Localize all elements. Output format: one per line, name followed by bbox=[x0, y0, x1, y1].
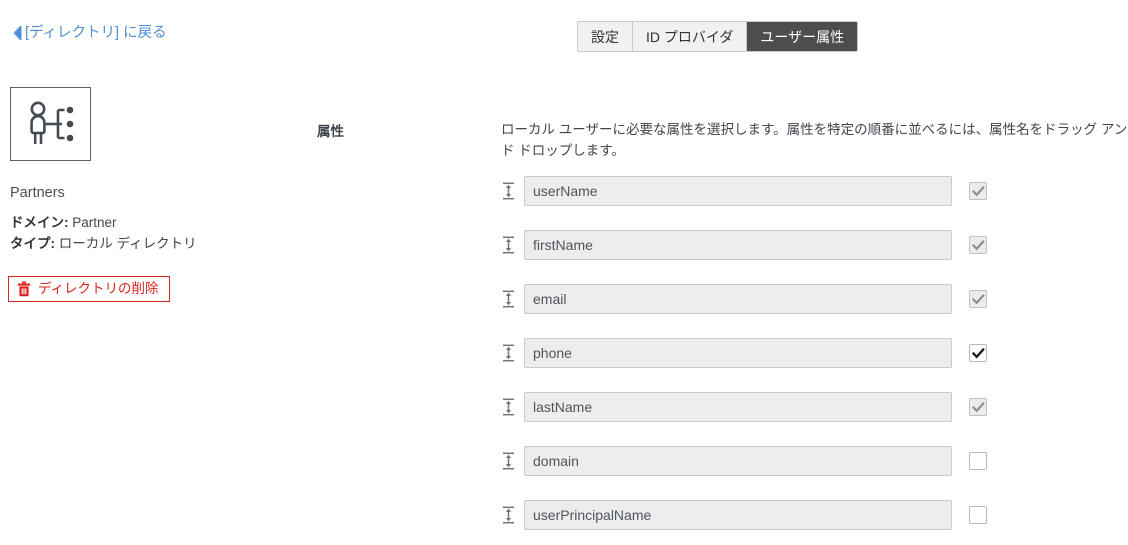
back-link-label: [ディレクトリ] に戻る bbox=[25, 24, 167, 41]
drag-handle-icon[interactable] bbox=[499, 289, 518, 309]
trash-icon bbox=[17, 281, 31, 297]
attribute-row bbox=[499, 284, 999, 314]
attribute-enabled-checkbox[interactable] bbox=[969, 398, 987, 416]
attribute-name-input[interactable] bbox=[524, 392, 952, 422]
back-to-directories-link[interactable]: [ディレクトリ] に戻る bbox=[12, 25, 167, 41]
attribute-enabled-checkbox[interactable] bbox=[969, 236, 987, 254]
directory-domain-label: ドメイン: bbox=[10, 215, 69, 230]
attributes-section-label: 属性 bbox=[317, 124, 344, 139]
attribute-name-input[interactable] bbox=[524, 500, 952, 530]
directory-name: Partners bbox=[10, 185, 65, 201]
tab-id-provider[interactable]: ID プロバイダ bbox=[633, 22, 748, 51]
attribute-name-input[interactable] bbox=[524, 176, 952, 206]
attributes-description: ローカル ユーザーに必要な属性を選択します。属性を特定の順番に並べるには、属性名… bbox=[501, 122, 1128, 158]
tab-settings[interactable]: 設定 bbox=[578, 22, 633, 51]
attribute-row bbox=[499, 338, 999, 368]
tab-user-attributes[interactable]: ユーザー属性 bbox=[747, 22, 858, 51]
attribute-row bbox=[499, 176, 999, 206]
attributes-list bbox=[499, 176, 999, 545]
attribute-row bbox=[499, 392, 999, 422]
directory-domain-value: Partner bbox=[72, 215, 117, 230]
directory-icon-box bbox=[10, 87, 91, 161]
attribute-enabled-checkbox[interactable] bbox=[969, 506, 987, 524]
attribute-enabled-checkbox[interactable] bbox=[969, 182, 987, 200]
attribute-name-input[interactable] bbox=[524, 284, 952, 314]
drag-handle-icon[interactable] bbox=[499, 235, 518, 255]
directory-domain: ドメイン: Partner bbox=[10, 215, 117, 232]
drag-handle-icon[interactable] bbox=[499, 343, 518, 363]
directory-type-value: ローカル ディレクトリ bbox=[58, 236, 197, 251]
attribute-enabled-checkbox[interactable] bbox=[969, 452, 987, 470]
chevron-left-icon bbox=[13, 26, 22, 40]
delete-directory-label: ディレクトリの削除 bbox=[38, 281, 159, 297]
directory-user-tree-icon bbox=[29, 101, 73, 144]
drag-handle-icon[interactable] bbox=[499, 181, 518, 201]
attribute-name-input[interactable] bbox=[524, 230, 952, 260]
user-attributes-page: [ディレクトリ] に戻る 設定 ID プロバイダ ユーザー属性 Partners… bbox=[0, 0, 1128, 545]
drag-handle-icon[interactable] bbox=[499, 451, 518, 471]
attribute-name-input[interactable] bbox=[524, 338, 952, 368]
directory-type-label: タイプ: bbox=[10, 236, 55, 251]
attribute-enabled-checkbox[interactable] bbox=[969, 344, 987, 362]
attribute-row bbox=[499, 230, 999, 260]
attribute-row bbox=[499, 446, 999, 476]
attribute-enabled-checkbox[interactable] bbox=[969, 290, 987, 308]
drag-handle-icon[interactable] bbox=[499, 505, 518, 525]
delete-directory-button[interactable]: ディレクトリの削除 bbox=[8, 276, 170, 302]
tab-bar: 設定 ID プロバイダ ユーザー属性 bbox=[577, 21, 859, 52]
attribute-name-input[interactable] bbox=[524, 446, 952, 476]
drag-handle-icon[interactable] bbox=[499, 397, 518, 417]
attribute-row bbox=[499, 500, 999, 530]
directory-type: タイプ: ローカル ディレクトリ bbox=[10, 236, 197, 253]
